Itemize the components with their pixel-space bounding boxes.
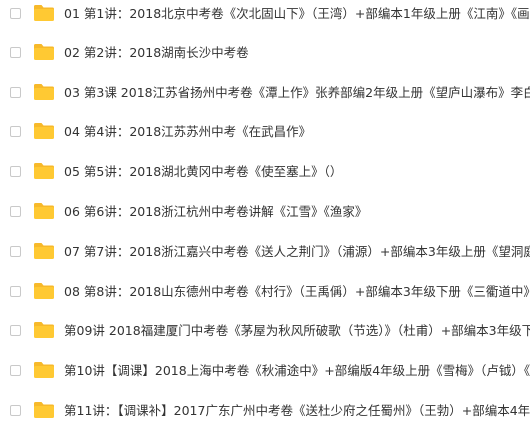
file-name[interactable]: 04 第4讲：2018江苏苏州中考《在武昌作》 — [64, 123, 311, 140]
select-checkbox[interactable] — [10, 325, 21, 336]
folder-icon — [33, 43, 55, 61]
folder-icon — [33, 242, 55, 260]
list-item[interactable]: 第10讲【调课】2018上海中考卷《秋浦途中》+部编版4年级上册《雪梅》（卢钺）… — [0, 351, 530, 391]
folder-icon — [33, 321, 55, 339]
file-name[interactable]: 08 第8讲：2018山东德州中考卷《村行》（王禹偁）+部编本3年级下册《三衢道… — [64, 283, 530, 300]
file-name[interactable]: 03 第3课 2018江苏省扬州中考卷《潭上作》张养部编2年级上册《望庐山瀑布》… — [64, 84, 530, 101]
select-checkbox[interactable] — [10, 206, 21, 217]
file-list: 01 第1讲：2018北京中考卷《次北固山下》（王湾）+部编本1年级上册《江南》… — [0, 0, 530, 429]
select-checkbox[interactable] — [10, 87, 21, 98]
list-item[interactable]: 07 第7讲：2018浙江嘉兴中考卷《送人之荆门》（浦源）+部编本3年级上册《望… — [0, 232, 530, 272]
folder-icon — [33, 401, 55, 419]
list-item[interactable]: 05 第5讲：2018湖北黄冈中考卷《使至塞上》（） — [0, 152, 530, 192]
select-checkbox[interactable] — [10, 166, 21, 177]
select-checkbox[interactable] — [10, 126, 21, 137]
select-checkbox[interactable] — [10, 246, 21, 257]
file-name[interactable]: 06 第6讲：2018浙江杭州中考卷讲解《江雪》《渔家》 — [64, 203, 367, 220]
file-name[interactable]: 第10讲【调课】2018上海中考卷《秋浦途中》+部编版4年级上册《雪梅》（卢钺）… — [64, 362, 530, 379]
folder-icon — [33, 202, 55, 220]
select-checkbox[interactable] — [10, 47, 21, 58]
file-name[interactable]: 第09讲 2018福建厦门中考卷《茅屋为秋风所破歌（节选）》（杜甫）+部编本3年… — [64, 322, 530, 339]
select-checkbox[interactable] — [10, 8, 21, 19]
list-item[interactable]: 04 第4讲：2018江苏苏州中考《在武昌作》 — [0, 112, 530, 152]
list-item[interactable]: 01 第1讲：2018北京中考卷《次北固山下》（王湾）+部编本1年级上册《江南》… — [0, 0, 530, 34]
list-item[interactable]: 第11讲：【调课补】2017广东广州中考卷《送杜少府之任蜀州》（王勃）+部编本4… — [0, 391, 530, 429]
select-checkbox[interactable] — [10, 286, 21, 297]
list-item[interactable]: 06 第6讲：2018浙江杭州中考卷讲解《江雪》《渔家》 — [0, 192, 530, 232]
file-name[interactable]: 02 第2讲：2018湖南长沙中考卷 — [64, 44, 249, 61]
select-checkbox[interactable] — [10, 365, 21, 376]
folder-icon — [33, 361, 55, 379]
list-item[interactable]: 08 第8讲：2018山东德州中考卷《村行》（王禹偁）+部编本3年级下册《三衢道… — [0, 272, 530, 312]
folder-icon — [33, 83, 55, 101]
list-item[interactable]: 第09讲 2018福建厦门中考卷《茅屋为秋风所破歌（节选）》（杜甫）+部编本3年… — [0, 311, 530, 351]
folder-icon — [33, 122, 55, 140]
file-name[interactable]: 07 第7讲：2018浙江嘉兴中考卷《送人之荆门》（浦源）+部编本3年级上册《望… — [64, 243, 530, 260]
folder-icon — [33, 162, 55, 180]
list-item[interactable]: 03 第3课 2018江苏省扬州中考卷《潭上作》张养部编2年级上册《望庐山瀑布》… — [0, 73, 530, 113]
list-item[interactable]: 02 第2讲：2018湖南长沙中考卷 — [0, 33, 530, 73]
file-name[interactable]: 05 第5讲：2018湖北黄冈中考卷《使至塞上》（） — [64, 163, 342, 180]
folder-icon — [33, 282, 55, 300]
folder-icon — [33, 4, 55, 22]
file-name[interactable]: 第11讲：【调课补】2017广东广州中考卷《送杜少府之任蜀州》（王勃）+部编本4… — [64, 402, 530, 419]
select-checkbox[interactable] — [10, 405, 21, 416]
file-name[interactable]: 01 第1讲：2018北京中考卷《次北固山下》（王湾）+部编本1年级上册《江南》… — [64, 5, 530, 22]
